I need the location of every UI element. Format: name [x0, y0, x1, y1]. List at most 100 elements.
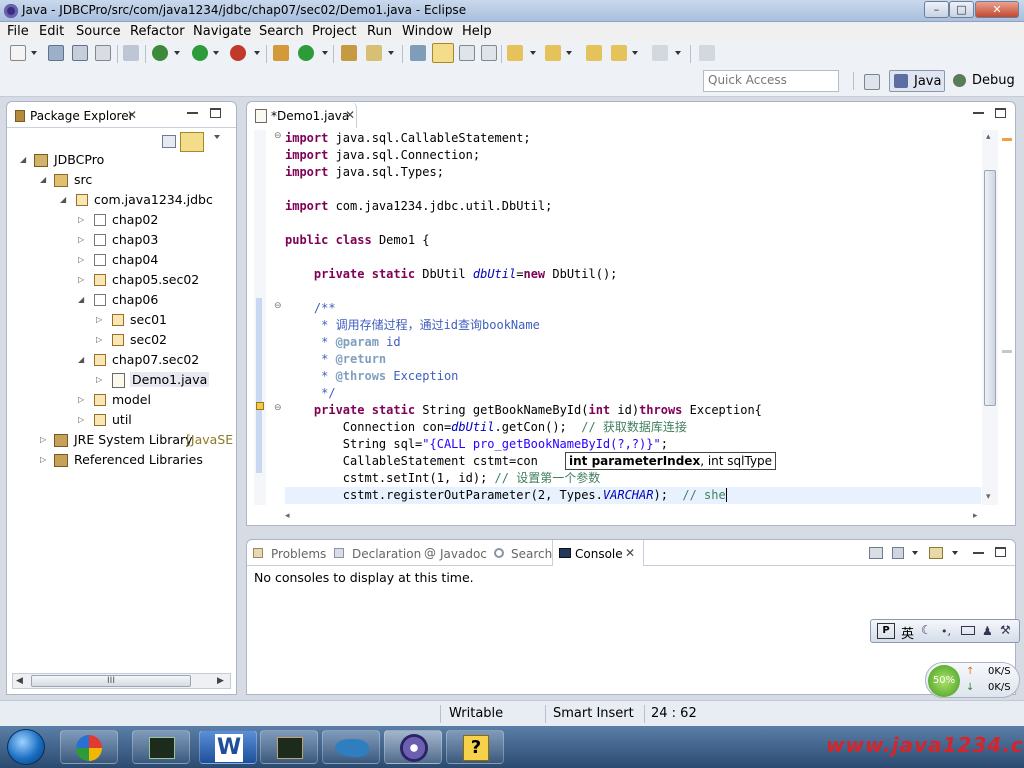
menu-project[interactable]: Project — [312, 24, 356, 39]
arrow-left-icon[interactable]: ◂ — [285, 511, 290, 521]
open-perspective-icon[interactable] — [864, 74, 880, 90]
maximize-button[interactable]: □ — [949, 1, 974, 18]
tab-javadoc[interactable]: Javadoc — [440, 547, 487, 561]
chevron-down-icon[interactable] — [31, 51, 37, 55]
network-meter[interactable]: 50% ↑ 0K/S ↓ 0K/S — [925, 662, 1020, 698]
menu-edit[interactable]: Edit — [39, 24, 64, 39]
chevron-down-icon[interactable] — [530, 51, 536, 55]
wrench-icon[interactable]: ⚒ — [1000, 623, 1011, 637]
chevron-down-icon[interactable] — [213, 51, 219, 55]
menu-help[interactable]: Help — [462, 24, 492, 39]
punctuation-icon[interactable]: •, — [941, 625, 951, 638]
minimize-button[interactable]: – — [924, 1, 949, 18]
chevron-down-icon[interactable] — [952, 551, 958, 555]
back-icon[interactable] — [611, 45, 627, 61]
menu-refactor[interactable]: Refactor — [130, 24, 185, 39]
package-explorer-tab[interactable]: Package Explorer — [30, 109, 134, 123]
new-icon[interactable] — [10, 45, 26, 61]
taskbar-app-terminal[interactable] — [132, 730, 190, 764]
menu-window[interactable]: Window — [402, 24, 453, 39]
expanded-icon[interactable]: ◢ — [20, 155, 28, 164]
collapsed-icon[interactable]: ▷ — [78, 235, 86, 244]
expanded-icon[interactable]: ◢ — [40, 175, 48, 184]
display-console-icon[interactable] — [892, 547, 904, 559]
maximize-icon[interactable] — [210, 108, 221, 118]
save-icon[interactable] — [48, 45, 64, 61]
expanded-icon[interactable]: ◢ — [78, 355, 86, 364]
last-edit-location-icon[interactable] — [586, 45, 602, 61]
collapse-all-icon[interactable] — [162, 135, 176, 148]
keyboard-icon[interactable] — [961, 626, 975, 635]
menu-run[interactable]: Run — [367, 24, 392, 39]
new-java-project-icon[interactable] — [273, 45, 289, 61]
close-icon[interactable]: ✕ — [345, 108, 355, 122]
chevron-down-icon[interactable] — [912, 551, 918, 555]
collapsed-icon[interactable]: ▷ — [78, 255, 86, 264]
fold-icon[interactable]: ⊖ — [274, 131, 282, 141]
taskbar-app-mysql[interactable] — [322, 730, 380, 764]
minimize-icon[interactable] — [973, 552, 984, 554]
collapsed-icon[interactable]: ▷ — [40, 435, 48, 444]
prev-annotation-icon[interactable] — [545, 45, 561, 61]
minimize-icon[interactable] — [187, 112, 198, 114]
mark-occurrences-icon[interactable] — [432, 43, 454, 63]
menu-source[interactable]: Source — [76, 24, 121, 39]
menu-search[interactable]: Search — [259, 24, 304, 39]
taskbar-app-picasa[interactable] — [60, 730, 118, 764]
save-all-icon[interactable] — [72, 45, 88, 61]
collapsed-icon[interactable]: ▷ — [96, 375, 104, 384]
chevron-down-icon[interactable] — [322, 51, 328, 55]
chevron-down-icon[interactable] — [254, 51, 260, 55]
pin-console-icon[interactable] — [869, 547, 883, 559]
collapsed-icon[interactable]: ▷ — [96, 315, 104, 324]
tree-item-jre-library[interactable]: ▷ JRE System Library [JavaSE — [40, 431, 235, 451]
pin-editor-icon[interactable] — [699, 45, 715, 61]
quick-access-input[interactable]: Quick Access — [703, 70, 839, 92]
new-package-icon[interactable] — [298, 45, 314, 61]
collapsed-icon[interactable]: ▷ — [78, 215, 86, 224]
arrow-up-icon[interactable]: ▴ — [986, 132, 991, 142]
perspective-debug[interactable]: Debug — [948, 70, 1020, 92]
editor-vscrollbar[interactable]: ▴ ▾ — [982, 130, 998, 505]
maximize-icon[interactable] — [995, 108, 1006, 118]
link-with-editor-icon[interactable] — [180, 132, 204, 152]
external-tools-icon[interactable] — [230, 45, 246, 61]
maximize-icon[interactable] — [995, 547, 1006, 557]
chevron-down-icon[interactable] — [174, 51, 180, 55]
chevron-down-icon[interactable] — [566, 51, 572, 55]
start-button[interactable] — [7, 729, 45, 765]
collapsed-icon[interactable]: ▷ — [96, 335, 104, 344]
skip-breakpoints-icon[interactable] — [123, 45, 139, 61]
explorer-hscrollbar[interactable]: ◀ III ▶ — [12, 673, 231, 689]
collapsed-icon[interactable]: ▷ — [40, 455, 48, 464]
user-icon[interactable]: ♟ — [982, 624, 993, 638]
collapsed-icon[interactable]: ▷ — [78, 395, 86, 404]
close-button[interactable]: ✕ — [975, 1, 1019, 18]
search-icon[interactable] — [366, 45, 382, 61]
tab-console[interactable]: Console — [575, 547, 623, 561]
close-icon[interactable]: ✕ — [127, 108, 137, 122]
taskbar-app-help[interactable]: ? — [446, 730, 504, 764]
expanded-icon[interactable]: ◢ — [60, 195, 68, 204]
scroll-thumb[interactable]: III — [31, 675, 191, 687]
view-menu-icon[interactable] — [214, 135, 220, 139]
tab-search[interactable]: Search — [511, 547, 552, 561]
collapsed-icon[interactable]: ▷ — [78, 275, 86, 284]
chevron-down-icon[interactable] — [675, 51, 681, 55]
code-editor[interactable]: import java.sql.CallableStatement; impor… — [285, 130, 981, 505]
next-annotation-icon[interactable] — [410, 45, 426, 61]
arrow-down-icon[interactable]: ▾ — [986, 492, 991, 502]
show-whitespace-icon[interactable] — [481, 45, 497, 61]
scroll-thumb[interactable] — [984, 170, 996, 406]
tab-declaration[interactable]: Declaration — [352, 547, 421, 561]
menu-navigate[interactable]: Navigate — [193, 24, 251, 39]
fold-icon[interactable]: ⊖ — [274, 403, 282, 413]
taskbar-app-word[interactable]: W — [199, 730, 257, 764]
ime-toolbar[interactable]: P 英 ☾ •, ♟ ⚒ — [870, 619, 1020, 643]
minimize-icon[interactable] — [973, 112, 984, 114]
editor-tab-demo1[interactable]: *Demo1.java — [271, 109, 349, 123]
chevron-down-icon[interactable] — [388, 51, 394, 55]
status-insert-mode[interactable]: Smart Insert — [553, 706, 634, 721]
fold-icon[interactable]: ⊖ — [274, 301, 282, 311]
arrow-left-icon[interactable]: ◀ — [16, 676, 23, 686]
